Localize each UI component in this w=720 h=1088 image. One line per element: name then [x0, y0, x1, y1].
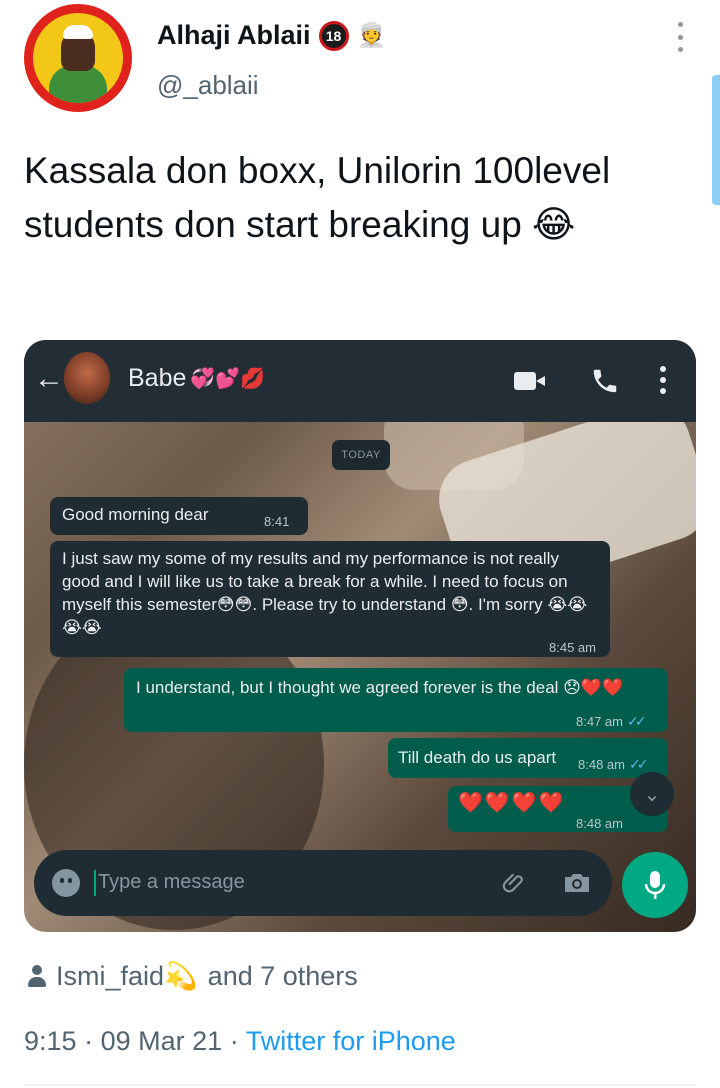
- message-text: I understand, but I thought we agreed fo…: [136, 678, 624, 697]
- liked-by-row[interactable]: Ismi_faid💫 and 7 others: [28, 960, 358, 992]
- date-divider: TODAY: [332, 440, 390, 470]
- message-meta: 8:47 am ✓✓: [576, 710, 647, 733]
- read-receipt-icon: ✓✓: [626, 713, 647, 729]
- name-emoji: 👳: [356, 21, 387, 49]
- message-meta: 8:48 am ✓✓: [578, 753, 649, 776]
- message-text: ❤️❤️❤️❤️: [458, 792, 566, 814]
- person-icon: [28, 965, 46, 987]
- avatar-photo: [33, 13, 123, 103]
- camera-icon[interactable]: [562, 871, 592, 895]
- read-receipt-icon: ✓✓: [628, 756, 649, 772]
- message-text: I just saw my some of my results and my …: [62, 549, 588, 637]
- scrollbar[interactable]: [712, 75, 720, 205]
- video-call-icon[interactable]: [514, 372, 546, 390]
- text-caret: [94, 870, 96, 896]
- paperclip-icon[interactable]: [502, 870, 528, 896]
- separator: ·: [229, 1026, 239, 1056]
- author-username[interactable]: @_ablaii: [157, 70, 259, 101]
- contact-avatar[interactable]: [64, 352, 110, 404]
- chat-header: ← Babe 💞💕💋: [24, 340, 696, 422]
- message-placeholder: Type a message: [98, 871, 245, 893]
- contact-emojis: 💞💕💋: [190, 368, 266, 390]
- display-name-text: Alhaji Ablaii: [157, 20, 311, 50]
- message-time: 8:48 am: [578, 757, 625, 772]
- more-vertical-icon[interactable]: [672, 22, 688, 52]
- message-time: 8:45 am: [549, 640, 596, 655]
- divider: [24, 1084, 696, 1086]
- message-text: Good morning dear: [62, 505, 209, 524]
- author-display-name[interactable]: Alhaji Ablaii 18 👳: [157, 20, 386, 51]
- contact-name-text: Babe: [128, 364, 187, 392]
- arrow-left-icon[interactable]: ←: [34, 362, 64, 396]
- chevron-double-down-icon[interactable]: ⌄: [630, 772, 674, 816]
- separator: ·: [84, 1026, 94, 1056]
- message-bubble-outgoing[interactable]: I understand, but I thought we agreed fo…: [124, 668, 668, 732]
- age-badge: 18: [318, 20, 349, 51]
- message-input[interactable]: Type a message: [34, 850, 612, 916]
- message-bubble-incoming[interactable]: I just saw my some of my results and my …: [50, 541, 610, 657]
- emoji-icon[interactable]: [52, 869, 80, 897]
- author-avatar[interactable]: [24, 4, 132, 112]
- contact-name[interactable]: Babe 💞💕💋: [128, 364, 265, 393]
- phone-icon[interactable]: [590, 366, 620, 396]
- tweet-timestamp: 9:15 · 09 Mar 21 · Twitter for iPhone: [24, 1026, 456, 1057]
- avatar-figure-cap: [63, 25, 93, 39]
- message-meta: 8:48 am: [576, 812, 623, 835]
- message-bubble-incoming[interactable]: Good morning dear 8:41 am: [50, 497, 308, 552]
- tweet-time: 9:15: [24, 1026, 77, 1056]
- tweet-text: Kassala don boxx, Unilorin 100level stud…: [24, 150, 611, 245]
- message-time: 8:47 am: [576, 714, 623, 729]
- microphone-button[interactable]: [622, 852, 688, 918]
- chat-more-icon[interactable]: [660, 366, 666, 394]
- message-time: 8:48 am: [576, 816, 623, 831]
- tweet-date: 09 Mar 21: [100, 1026, 223, 1056]
- message-bubble-outgoing[interactable]: Till death do us apart 8:48 am ✓✓: [388, 738, 668, 778]
- liked-by-others: and 7 others: [207, 960, 358, 991]
- message-text: Till death do us apart: [398, 748, 557, 767]
- tweet-source-link[interactable]: Twitter for iPhone: [246, 1026, 456, 1056]
- tweet-media-image[interactable]: ← Babe 💞💕💋 TODAY Good morning dear 8:41 …: [24, 340, 696, 932]
- liked-by-name: Ismi_faid💫: [56, 961, 198, 991]
- microphone-icon: [644, 871, 666, 899]
